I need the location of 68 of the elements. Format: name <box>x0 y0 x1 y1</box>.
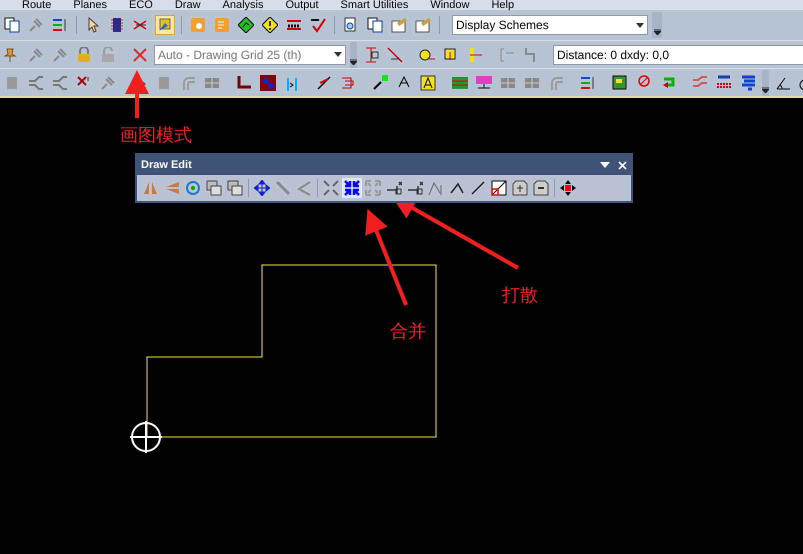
square-icon[interactable] <box>491 180 507 196</box>
menu-item[interactable]: ECO <box>129 0 153 10</box>
caret-icon <box>636 22 644 28</box>
menu-item[interactable]: Draw <box>174 0 201 10</box>
menu-item[interactable]: Output <box>285 0 319 10</box>
lock-icon[interactable] <box>76 46 92 62</box>
tee-icon[interactable] <box>386 180 402 196</box>
dropdown[interactable]: Auto - Drawing Grid 25 (th) <box>154 44 346 64</box>
plus-icon[interactable] <box>512 180 528 196</box>
annotation-label: 画图模式 <box>120 124 192 147</box>
dropdown[interactable]: Display Schemes <box>452 15 648 35</box>
overflow-icon[interactable] <box>762 86 769 92</box>
diamond-arrow-icon[interactable] <box>238 17 254 33</box>
overflow-icon[interactable] <box>350 58 357 64</box>
slash-icon[interactable] <box>387 46 403 62</box>
menu-item[interactable]: Planes <box>73 0 107 10</box>
layers-icon[interactable] <box>452 74 468 90</box>
documents-icon[interactable] <box>367 17 383 33</box>
toolbar-title: Draw Edit <box>141 158 192 173</box>
dropdown-icon[interactable] <box>600 161 610 169</box>
annotation-label: 合并 <box>390 320 426 343</box>
menu-item[interactable]: Smart Utilities <box>340 0 408 10</box>
text-icon[interactable] <box>420 74 436 90</box>
minus-icon[interactable] <box>533 180 549 196</box>
annotation-label: 打散 <box>502 284 538 307</box>
bars-icon[interactable] <box>740 74 756 90</box>
gradient-icon[interactable] <box>476 74 492 90</box>
slash-icon[interactable] <box>316 74 332 90</box>
notepad-icon[interactable] <box>415 17 431 33</box>
component-icon[interactable] <box>260 74 276 90</box>
menu-item[interactable]: Analysis <box>222 0 264 10</box>
caret-icon <box>334 52 342 57</box>
move-icon[interactable] <box>560 180 576 196</box>
distance-field: Distance: 0 dxdy: 0,0 <box>553 44 803 64</box>
caret-icon[interactable] <box>449 180 465 196</box>
rotate-icon[interactable] <box>185 180 201 196</box>
documents-icon[interactable] <box>4 17 20 33</box>
pencil-square-icon[interactable] <box>157 17 173 33</box>
dimension-icon[interactable] <box>363 46 379 62</box>
move-icon[interactable] <box>254 180 270 196</box>
menu-item[interactable]: Route <box>22 0 52 10</box>
list-icon[interactable] <box>52 17 68 33</box>
lines-icon[interactable] <box>28 74 44 90</box>
line-icon[interactable] <box>470 180 486 196</box>
arc-icon[interactable] <box>428 180 444 196</box>
bracket-icon[interactable] <box>340 74 356 90</box>
arrows-icon[interactable] <box>323 180 339 196</box>
origin-marker <box>129 420 163 454</box>
lines-icon[interactable] <box>52 74 68 90</box>
circle-icon[interactable] <box>419 46 435 62</box>
board-icon[interactable] <box>612 74 628 90</box>
list-icon[interactable] <box>580 74 596 90</box>
corner-icon[interactable] <box>236 74 252 90</box>
chip-icon[interactable] <box>109 17 125 33</box>
tee-icon[interactable] <box>407 180 423 196</box>
notepad-icon[interactable] <box>391 17 407 33</box>
warning-icon[interactable] <box>262 17 278 33</box>
arrow-icon[interactable] <box>372 74 388 90</box>
check-icon[interactable] <box>310 17 326 33</box>
menu-item[interactable]: Window <box>430 0 470 10</box>
menu-item[interactable]: Help <box>491 0 514 10</box>
overlap-icon[interactable] <box>206 180 222 196</box>
overlap-icon[interactable] <box>227 180 243 196</box>
bar-icon[interactable] <box>467 46 483 62</box>
overflow-icon[interactable] <box>654 29 660 35</box>
merge-icon[interactable] <box>344 180 360 196</box>
plot-icon[interactable] <box>716 74 732 90</box>
drc-icon[interactable] <box>286 17 302 33</box>
